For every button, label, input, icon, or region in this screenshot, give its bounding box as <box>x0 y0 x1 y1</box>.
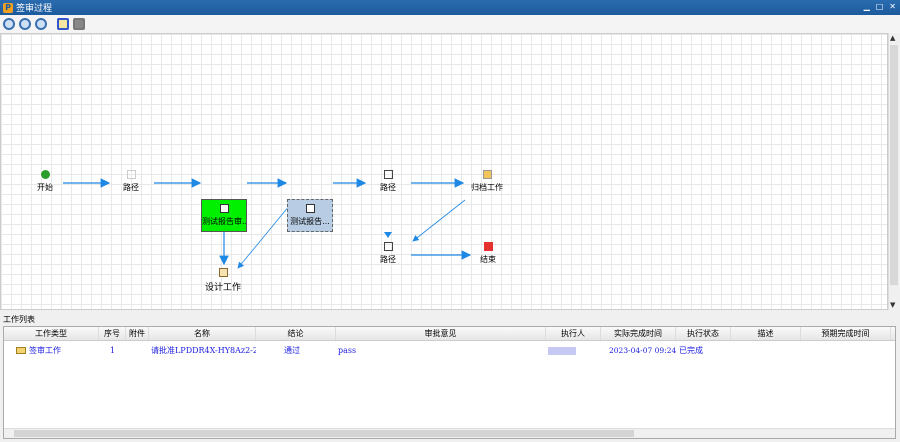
task-edit-icon <box>219 204 229 213</box>
center-icon[interactable] <box>57 18 69 30</box>
node-test-report[interactable]: 测试报告... <box>287 199 333 232</box>
cell-name[interactable]: 请批准LPDDR4X-HY8Az2-2... <box>149 344 256 358</box>
cell-result: 通过 <box>284 346 300 355</box>
table-row[interactable]: 签审工作 1 请批准LPDDR4X-HY8Az2-2... 通过 pass 20… <box>4 344 895 358</box>
col-header[interactable]: 描述 <box>731 327 801 340</box>
zoom-in-icon[interactable] <box>19 18 31 30</box>
cell-desc <box>731 344 801 358</box>
col-header[interactable]: 序号 <box>99 327 126 340</box>
task-edit-icon <box>305 204 315 213</box>
design-task-icon <box>218 268 228 277</box>
col-header[interactable]: 结论 <box>256 327 336 340</box>
cell-expected-time <box>801 344 891 358</box>
cell-executor-redacted <box>548 347 576 355</box>
col-header[interactable]: 预期完成时间 <box>801 327 891 340</box>
worklist-title: 工作列表 <box>3 315 35 324</box>
worklist-table: 工作类型 序号 附件 名称 结论 审批意见 执行人 实际完成时间 执行状态 描述… <box>3 326 896 439</box>
col-header[interactable]: 实际完成时间 <box>601 327 676 340</box>
node-test-review[interactable]: 测试报告审... <box>201 199 247 232</box>
window-title: 签审过程 <box>16 4 53 14</box>
col-header[interactable]: 审批意见 <box>336 327 546 340</box>
cell-status: 已完成 <box>679 346 703 355</box>
route-icon <box>383 170 393 179</box>
route-icon <box>383 242 393 251</box>
node-archive[interactable]: 归档工作 <box>471 170 503 193</box>
archive-icon <box>482 170 492 179</box>
minimize-button[interactable]: ▁ <box>864 2 870 11</box>
cell-opinion: pass <box>338 346 357 355</box>
maximize-button[interactable]: □ <box>876 2 884 11</box>
end-icon <box>483 242 493 251</box>
col-header[interactable]: 工作类型 <box>4 327 99 340</box>
title-bar: P 签审过程 ▁ □ ✕ <box>0 0 900 15</box>
node-route1[interactable]: 路径 <box>123 170 139 193</box>
toolbar <box>0 15 900 33</box>
zoom-fit-icon[interactable] <box>3 18 15 30</box>
node-route3[interactable]: 路径 <box>380 242 396 265</box>
arrow-archive-route3 <box>412 199 466 242</box>
close-button[interactable]: ✕ <box>889 2 896 11</box>
col-header[interactable]: 名称 <box>149 327 256 340</box>
col-header[interactable]: 执行人 <box>546 327 601 340</box>
cell-actual-time: 2023-04-07 09:24 <box>609 346 676 355</box>
zoom-out-icon[interactable] <box>35 18 47 30</box>
node-route2[interactable]: 路径 <box>380 170 396 193</box>
col-header[interactable]: 附件 <box>126 327 149 340</box>
cell-type: 签审工作 <box>29 346 61 355</box>
node-end[interactable]: 结束 <box>480 242 496 265</box>
route3-marker <box>384 232 392 238</box>
app-logo-icon: P <box>3 2 13 13</box>
scroll-thumb[interactable] <box>890 45 898 285</box>
col-header[interactable]: 执行状态 <box>676 327 731 340</box>
cell-attachment[interactable] <box>126 344 149 358</box>
table-horizontal-scrollbar[interactable] <box>4 428 895 438</box>
route-icon <box>126 170 136 179</box>
folder-icon <box>16 347 26 354</box>
comment-icon[interactable] <box>73 18 85 30</box>
node-design[interactable]: 设计工作 <box>205 268 241 293</box>
table-header: 工作类型 序号 附件 名称 结论 审批意见 执行人 实际完成时间 执行状态 描述… <box>4 327 895 341</box>
scroll-thumb[interactable] <box>14 430 634 437</box>
node-start[interactable]: 开始 <box>37 170 53 193</box>
start-icon <box>40 170 50 179</box>
cell-seq: 1 <box>109 346 116 355</box>
canvas-vertical-scrollbar[interactable]: ▲ ▼ <box>888 33 898 310</box>
flow-canvas[interactable]: 开始 路径 测试报告审... 测试报告... 路径 归档工作 路径 结束 设计工… <box>0 33 888 310</box>
